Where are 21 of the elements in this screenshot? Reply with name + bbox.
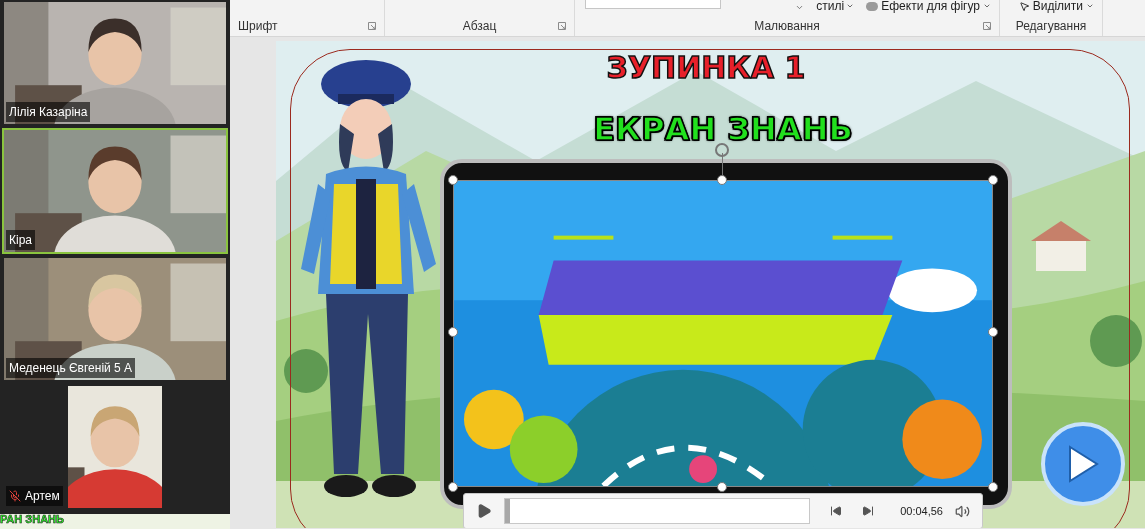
shape-effects-button[interactable]: Ефекти для фігур bbox=[866, 0, 991, 12]
dialog-launcher-icon[interactable] bbox=[558, 22, 566, 30]
group-label: Редагування bbox=[1015, 20, 1087, 32]
styles-dropdown[interactable]: стилі bbox=[816, 0, 855, 12]
caret-icon bbox=[983, 2, 991, 10]
thumbnail-text: РАН ЗНАНЬ bbox=[0, 514, 64, 525]
participant-name: Лілія Казаріна bbox=[9, 104, 88, 121]
group-label: Шрифт bbox=[238, 20, 278, 32]
caret-icon[interactable] bbox=[795, 3, 805, 12]
dialog-launcher-icon[interactable] bbox=[368, 22, 376, 30]
shape-effects-icon bbox=[866, 1, 879, 11]
participant-name: Кіра bbox=[9, 232, 32, 249]
caret-icon bbox=[1086, 2, 1094, 10]
caret-icon bbox=[846, 2, 855, 10]
cursor-icon bbox=[1018, 0, 1030, 12]
group-label: Абзац bbox=[462, 20, 497, 32]
select-button[interactable]: Виділити bbox=[1018, 0, 1094, 12]
participant-name: Артем bbox=[25, 488, 60, 505]
group-label: Малювання bbox=[754, 20, 820, 32]
participant-name: Меденець Євгеній 5 А bbox=[9, 360, 133, 377]
dialog-launcher-icon[interactable] bbox=[983, 22, 991, 30]
